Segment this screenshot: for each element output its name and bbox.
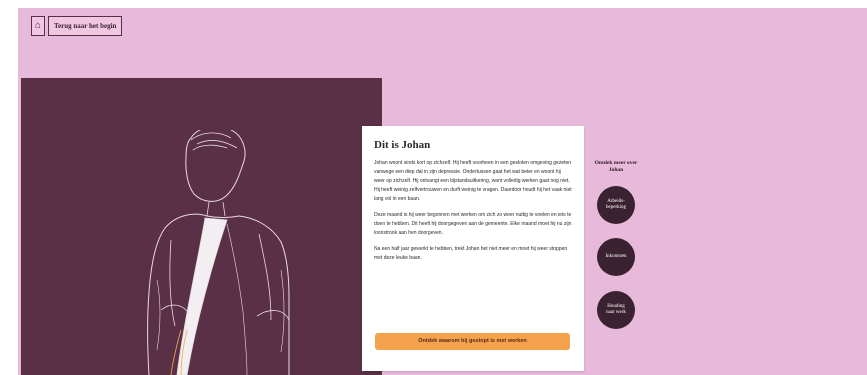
back-to-start-button[interactable]: Terug naar het begin (48, 16, 123, 36)
card-paragraph: Johan woont sinds kort op zichzelf. Hij … (374, 160, 572, 202)
discover-why-stopped-button[interactable]: Ontdek waarom hij gestopt is met werken (375, 333, 570, 350)
card-paragraph: Deze maand is hij weer begonnen met werk… (374, 212, 572, 236)
more-about-johan-label: Ontdek meer over Johan (594, 160, 638, 173)
card-title: Dit is Johan (374, 139, 431, 151)
top-navigation: ⌂ Terug naar het begin (31, 16, 123, 36)
johan-illustration (147, 130, 290, 375)
topic-button-arbeidsbeperking[interactable]: Arbeids- beperking (597, 186, 635, 224)
topic-button-houding-naar-werk[interactable]: Houding naar werk (597, 291, 635, 329)
card-paragraph: Na een half jaar gewerkt te hebben, trek… (374, 246, 568, 261)
topic-button-inkomsten[interactable]: Inkomsten (597, 238, 635, 276)
home-button[interactable]: ⌂ (31, 16, 45, 36)
home-icon: ⌂ (34, 20, 42, 31)
johan-illustration-panel (21, 78, 382, 375)
johan-info-card: Dit is Johan Johan woont sinds kort op z… (362, 126, 584, 371)
page: ⌂ Terug naar het begin Dit is Johan Joha… (0, 0, 867, 375)
